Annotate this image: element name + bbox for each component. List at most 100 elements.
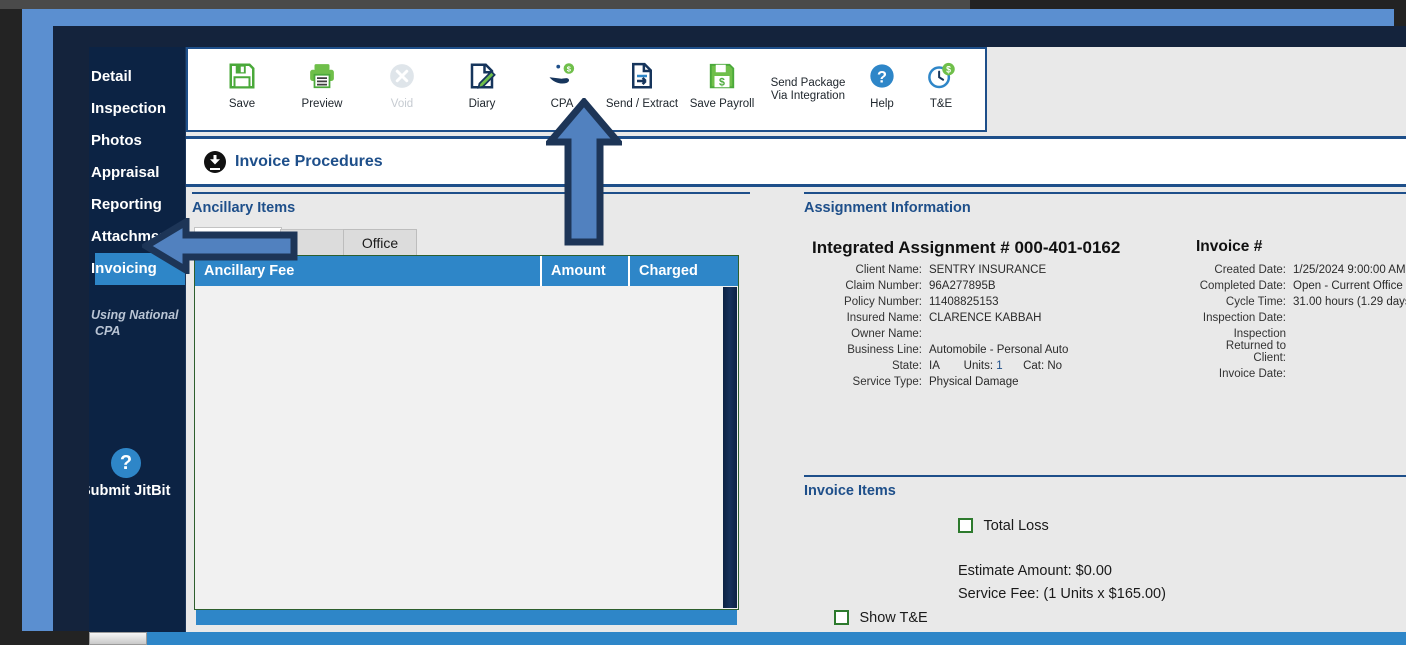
main-content-area: Save Preview Void Diary $ CPA Send / Ext… bbox=[186, 47, 1406, 645]
field-label-state: State: bbox=[891, 360, 922, 372]
window-titlebar-strip bbox=[0, 0, 970, 9]
app-window-inner-frame: Detail Inspection Photos Appraisal Repor bbox=[53, 26, 1406, 645]
field-label: Completed Date: bbox=[1199, 280, 1286, 292]
assignment-information-title: Assignment Information bbox=[804, 200, 971, 216]
page-horizontal-scrollbar-thumb[interactable] bbox=[89, 632, 147, 645]
invoice-field-row: Created Date: 1/25/2024 9:00:00 AM bbox=[1196, 262, 1406, 278]
floppy-disk-icon bbox=[202, 57, 282, 95]
sidebar-item-appraisal[interactable]: Appraisal bbox=[91, 157, 185, 189]
column-header-charged[interactable]: Charged bbox=[630, 256, 738, 286]
field-value: 1/25/2024 9:00:00 AM bbox=[1293, 264, 1406, 276]
submit-jitbit-link[interactable]: Submit JitBit bbox=[89, 483, 191, 499]
annotation-arrow-left bbox=[142, 218, 298, 274]
ancillary-section-rule bbox=[192, 192, 750, 194]
field-label: Claim Number: bbox=[845, 280, 922, 292]
assignment-field-row: Claim Number: 96A277895B bbox=[804, 278, 1068, 294]
field-label: Invoice Date: bbox=[1218, 368, 1286, 380]
toolbar-label: Save bbox=[228, 98, 256, 110]
invoice-field-row: Cycle Time: 31.00 hours (1.29 days) bbox=[1196, 294, 1406, 310]
desktop-backdrop: Detail Inspection Photos Appraisal Repor bbox=[0, 0, 1406, 645]
ancillary-items-pane: Ancillary Items Office Ancillary Fee Amo… bbox=[192, 192, 757, 625]
download-circle-icon bbox=[204, 150, 226, 173]
show-te-checkbox[interactable] bbox=[834, 610, 849, 626]
assignment-field-row: Business Line: Automobile - Personal Aut… bbox=[804, 342, 1068, 358]
field-label: Client Name: bbox=[855, 264, 922, 276]
toolbar-label: Save Payroll bbox=[689, 98, 755, 110]
sidebar-item-photos[interactable]: Photos bbox=[91, 125, 185, 157]
ancillary-fee-grid: Ancillary Fee Amount Charged bbox=[194, 255, 739, 625]
toolbar-label: Help bbox=[870, 98, 894, 110]
document-export-icon bbox=[602, 57, 682, 95]
te-button[interactable]: $ T&E bbox=[910, 57, 972, 111]
send-package-via-integration-button[interactable]: Send Package Via Integration bbox=[762, 57, 854, 103]
app-window-outer-frame: Detail Inspection Photos Appraisal Repor bbox=[22, 9, 1406, 645]
preview-button[interactable]: Preview bbox=[282, 57, 362, 111]
save-payroll-button[interactable]: $ Save Payroll bbox=[682, 57, 762, 111]
field-value: 31.00 hours (1.29 days) bbox=[1293, 296, 1406, 308]
sidebar-item-reporting[interactable]: Reporting bbox=[91, 189, 185, 221]
sidebar-note-using-national-cpa: Using National CPA bbox=[91, 308, 179, 338]
sidebar-item-label: Reporting bbox=[91, 196, 162, 213]
assignment-field-row: Policy Number: 11408825153 bbox=[804, 294, 1068, 310]
field-value: CLARENCE KABBAH bbox=[929, 312, 1042, 324]
help-button[interactable]: ? Help bbox=[854, 57, 910, 111]
invoice-field-row: Inspection Date: bbox=[1196, 310, 1406, 326]
assignment-fields-table: Client Name: SENTRY INSURANCE Claim Numb… bbox=[804, 262, 1068, 390]
assignment-service-type-row: Service Type: Physical Damage bbox=[804, 374, 1068, 390]
void-button: Void bbox=[362, 57, 442, 111]
sidebar-item-label: Inspection bbox=[91, 100, 167, 117]
invoice-items-section-rule bbox=[804, 475, 1406, 477]
sidebar-item-label: Appraisal bbox=[91, 164, 160, 181]
annotation-arrow-up bbox=[546, 98, 622, 246]
ancillary-grid-vertical-scrollbar[interactable] bbox=[723, 287, 737, 608]
help-question-icon[interactable]: ? bbox=[111, 448, 141, 478]
field-label-service-type: Service Type: bbox=[852, 376, 922, 388]
show-te-label: Show T&E bbox=[859, 610, 928, 626]
field-value-state-units-cat: IA Units: 1 Cat: No bbox=[929, 358, 1068, 374]
field-label: Owner Name: bbox=[851, 328, 922, 340]
save-button[interactable]: Save bbox=[202, 57, 282, 111]
field-value bbox=[1293, 366, 1406, 382]
assignment-field-row: Insured Name: CLARENCE KABBAH bbox=[804, 310, 1068, 326]
sidebar-item-inspection[interactable]: Inspection bbox=[91, 93, 185, 125]
units-label: Units: bbox=[963, 360, 994, 372]
ancillary-tab-office[interactable]: Office bbox=[343, 229, 417, 258]
total-loss-label: Total Loss bbox=[983, 518, 1049, 534]
column-header-amount[interactable]: Amount bbox=[542, 256, 630, 286]
invoice-field-row: Inspection Returned to Client: bbox=[1196, 326, 1406, 366]
invoice-number-heading: Invoice # bbox=[1196, 238, 1263, 255]
field-label: Business Line: bbox=[847, 344, 922, 356]
invoice-items-title: Invoice Items bbox=[804, 483, 896, 499]
field-label: Created Date: bbox=[1214, 264, 1286, 276]
hand-coin-icon: $ bbox=[522, 57, 602, 95]
field-label: Policy Number: bbox=[844, 296, 922, 308]
page-horizontal-scrollbar[interactable] bbox=[89, 632, 1406, 645]
cancel-circle-icon bbox=[362, 57, 442, 95]
ancillary-items-title: Ancillary Items bbox=[192, 200, 296, 216]
assignment-field-row: Client Name: SENTRY INSURANCE bbox=[804, 262, 1068, 278]
field-label: Cycle Time: bbox=[1225, 296, 1286, 308]
field-value: 96A277895B bbox=[929, 280, 996, 292]
field-value bbox=[929, 326, 1068, 342]
send-package-spacer bbox=[762, 57, 854, 77]
total-loss-checkbox[interactable] bbox=[958, 518, 973, 534]
diary-button[interactable]: Diary bbox=[442, 57, 522, 111]
invoice-procedures-bar[interactable]: Invoice Procedures bbox=[186, 136, 1406, 187]
invoice-field-row: Invoice Date: bbox=[1196, 366, 1406, 382]
ancillary-grid-horizontal-scrollbar[interactable] bbox=[196, 610, 737, 625]
service-fee-text: Service Fee: (1 Units x $165.00) bbox=[958, 586, 1166, 602]
field-value bbox=[1293, 310, 1406, 326]
units-value: 1 bbox=[996, 360, 1003, 372]
svg-text:$: $ bbox=[719, 77, 725, 89]
assignment-field-row: Owner Name: bbox=[804, 326, 1068, 342]
invoice-field-row: Completed Date: Open - Current Office Ti… bbox=[1196, 278, 1406, 294]
integrated-assignment-heading: Integrated Assignment # 000-401-0162 bbox=[812, 238, 1121, 257]
field-value: 11408825153 bbox=[929, 296, 999, 308]
toolbar-label: Diary bbox=[468, 98, 496, 110]
toolbar-label: Send Package Via Integration bbox=[770, 77, 846, 102]
assignment-state-row: State: IA Units: 1 Cat: No bbox=[804, 358, 1068, 374]
note-pencil-icon bbox=[442, 57, 522, 95]
field-value: SENTRY INSURANCE bbox=[929, 264, 1047, 276]
invoice-fields-table: Created Date: 1/25/2024 9:00:00 AM Compl… bbox=[1196, 262, 1406, 382]
sidebar-item-detail[interactable]: Detail bbox=[91, 61, 185, 93]
